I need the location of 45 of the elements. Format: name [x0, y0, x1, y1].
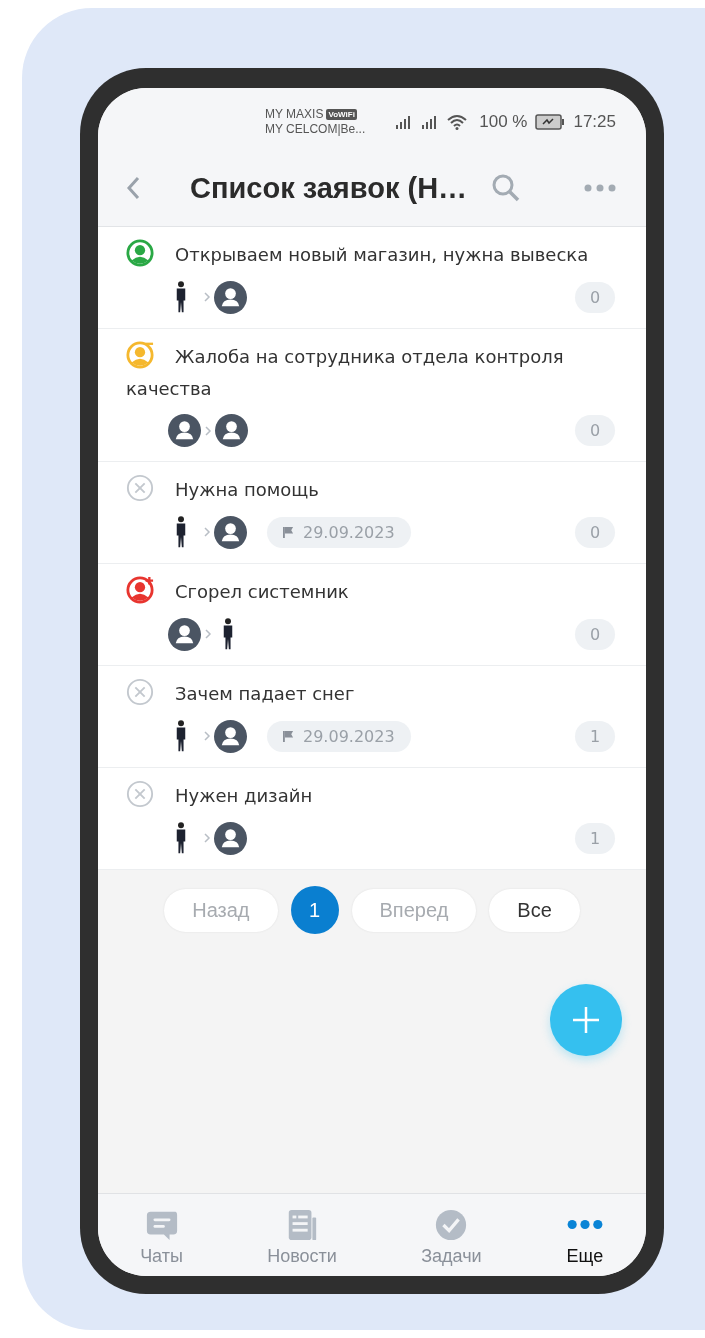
wifi-icon [447, 114, 468, 130]
chevron-icon [203, 730, 211, 742]
more-options-button[interactable] [582, 182, 618, 194]
comment-count: 0 [575, 516, 615, 548]
request-title: Жалоба на сотрудника отдела контроля качества [126, 346, 564, 399]
pagination-button[interactable]: Все [489, 888, 580, 932]
chevron-icon [204, 628, 212, 640]
comment-count: 0 [575, 415, 615, 446]
carrier-name: MY CELCOM|Be... [265, 122, 366, 137]
battery-icon [535, 114, 566, 130]
screen-title: Список заявок (Н… [190, 171, 468, 205]
request-item[interactable]: Нужен дизайн 1 [98, 768, 646, 870]
back-button[interactable] [124, 174, 142, 202]
chevron-icon [203, 832, 211, 844]
comment-count: 0 [575, 281, 615, 313]
request-item[interactable]: Жалоба на сотрудника отдела контроля качества 0 [98, 329, 646, 462]
flag-icon [283, 525, 294, 539]
due-date: 29.09.2023 [303, 522, 395, 542]
wifi-calling-badge: VoWiFi [326, 109, 357, 120]
nav-tab[interactable]: Еще [565, 1208, 604, 1276]
page-number-button[interactable]: 1 [290, 886, 339, 934]
carrier-name: MY MAXIS [265, 107, 324, 122]
chevron-icon [203, 291, 211, 303]
comment-count: 1 [575, 720, 615, 752]
request-item[interactable]: Сгорел системник 0 [98, 564, 646, 666]
request-item[interactable]: Нужна помощь 29.09.2023 0 [98, 462, 646, 564]
plus-icon [571, 1005, 601, 1035]
chevron-icon [203, 526, 211, 538]
request-title: Открываем новый магазин, нужна вывеска [175, 244, 589, 265]
request-title: Сгорел системник [175, 581, 349, 602]
add-button[interactable] [550, 984, 622, 1056]
request-title: Зачем падает снег [175, 683, 355, 704]
more-dots-icon [565, 1219, 604, 1230]
checkmark-icon [434, 1208, 469, 1242]
battery-percent: 100 % [479, 112, 528, 132]
request-item[interactable]: Открываем новый магазин, нужна вывеска 0 [98, 227, 646, 329]
request-title: Нужна помощь [175, 479, 319, 500]
comment-count: 0 [575, 618, 615, 650]
chevron-icon [204, 424, 212, 437]
request-item[interactable]: Зачем падает снег 29.09.2023 1 [98, 666, 646, 768]
comment-count: 1 [575, 822, 615, 854]
request-title: Нужен дизайн [175, 785, 313, 806]
flag-icon [283, 729, 294, 743]
clock: 17:25 [573, 112, 616, 132]
due-date: 29.09.2023 [303, 726, 395, 746]
